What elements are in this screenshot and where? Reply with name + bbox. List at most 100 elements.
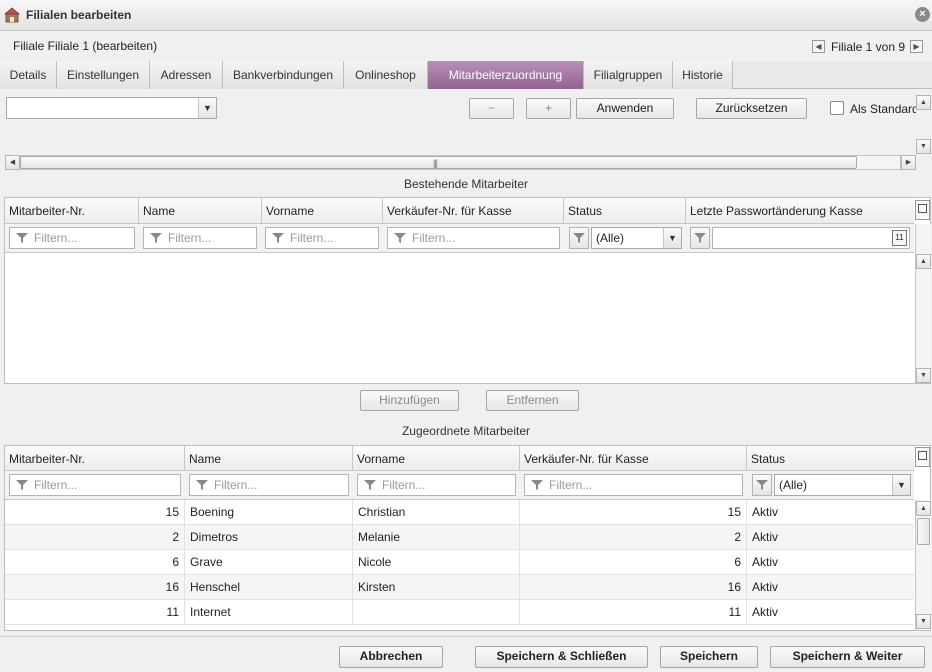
column-header[interactable]: Vorname [353, 446, 520, 470]
filter-icon [756, 480, 768, 490]
filter-placeholder: Filtern... [412, 231, 456, 245]
filter-input[interactable]: Filtern... [143, 227, 257, 249]
tab-einstellungen[interactable]: Einstellungen [57, 61, 150, 89]
cell-name: Boening [185, 500, 353, 525]
cell-nr: 2 [5, 525, 185, 550]
record-subtitle: Filiale Filiale 1 (bearbeiten) [13, 39, 158, 53]
filter-mode-button[interactable] [690, 227, 710, 249]
cell-status: Aktiv [752, 555, 779, 569]
save-close-button[interactable]: Speichern & Schließen [475, 646, 648, 668]
filter-icon [16, 233, 28, 243]
cell-vorname: Kirsten [353, 575, 520, 600]
assigned-section-label: Zugeordnete Mitarbeiter [401, 424, 531, 438]
column-header[interactable]: Status [747, 446, 914, 470]
tab-historie[interactable]: Historie [673, 61, 733, 89]
add-layout-button[interactable]: + [526, 98, 571, 119]
filter-input[interactable]: Filtern... [524, 474, 743, 496]
assigned-filter-row: Filtern... Filtern... Filtern... Filtern… [5, 471, 914, 500]
filter-input[interactable]: Filtern... [9, 474, 181, 496]
existing-grid-header: Mitarbeiter-Nr. Name Vorname Verkäufer-N… [5, 198, 914, 224]
status-filter-select[interactable]: (Alle) ▼ [774, 474, 911, 496]
filter-input[interactable]: Filtern... [387, 227, 560, 249]
previous-record-button[interactable]: ◀ [812, 40, 825, 53]
chevron-down-icon[interactable]: ▼ [892, 475, 910, 495]
chevron-down-icon[interactable]: ▼ [663, 228, 681, 248]
scroll-down-icon[interactable]: ▼ [916, 368, 931, 383]
scroll-down-icon[interactable]: ▼ [916, 614, 931, 629]
filter-placeholder: Filtern... [34, 231, 78, 245]
cell-status: Aktiv [752, 505, 779, 519]
table-row[interactable]: 2 Dimetros Melanie 2 Aktiv [5, 525, 914, 550]
reset-button[interactable]: Zurücksetzen [696, 98, 807, 119]
filter-input[interactable]: Filtern... [9, 227, 135, 249]
status-filter-select[interactable]: (Alle) ▼ [591, 227, 682, 249]
cell-kasse: 2 [520, 525, 747, 550]
cell-name: Internet [185, 600, 353, 625]
column-header[interactable]: Status [564, 198, 686, 223]
scroll-up-icon[interactable]: ▲ [916, 501, 931, 516]
window-titlebar [0, 0, 932, 31]
cell-nr: 6 [5, 550, 185, 575]
chevron-down-icon[interactable]: ▼ [198, 98, 216, 118]
vertical-scrollbar-thumb[interactable] [917, 518, 930, 545]
filter-input[interactable]: Filtern... [357, 474, 516, 496]
close-icon[interactable]: × [915, 7, 930, 22]
filter-icon [573, 233, 585, 243]
next-record-button[interactable]: ▶ [910, 40, 923, 53]
status-filter-value: (Alle) [779, 478, 808, 492]
filter-input[interactable]: Filtern... [265, 227, 379, 249]
add-employee-button[interactable]: Hinzufügen [360, 390, 459, 411]
tab-mitarbeiterzuordnung[interactable]: Mitarbeiterzuordnung [428, 61, 584, 89]
column-header[interactable]: Letzte Passwortänderung Kasse [686, 198, 914, 223]
scroll-up-icon[interactable]: ▲ [916, 254, 931, 269]
column-header[interactable]: Mitarbeiter-Nr. [5, 198, 139, 223]
table-row[interactable]: 6 Grave Nicole 6 Aktiv [5, 550, 914, 575]
filter-placeholder: Filtern... [382, 478, 426, 492]
tab-details[interactable]: Details [0, 61, 57, 89]
cell-name: Grave [185, 550, 353, 575]
status-filter-value: (Alle) [596, 231, 625, 245]
table-row[interactable]: 15 Boening Christian 15 Aktiv [5, 500, 914, 525]
calendar-icon[interactable]: 11 [892, 230, 907, 246]
remove-employee-button[interactable]: Entfernen [486, 390, 579, 411]
default-checkbox[interactable] [830, 101, 844, 115]
table-row[interactable]: 11 Internet 11 Aktiv [5, 600, 914, 625]
filter-input[interactable]: Filtern... [189, 474, 349, 496]
scroll-right-icon[interactable]: ▶ [901, 155, 916, 170]
existing-filter-row: Filtern... Filtern... Filtern... Filtern… [5, 224, 914, 253]
scroll-left-icon[interactable]: ◀ [5, 155, 20, 170]
filter-placeholder: Filtern... [549, 478, 593, 492]
column-header[interactable]: Verkäufer-Nr. für Kasse [383, 198, 564, 223]
table-row[interactable]: 16 Henschel Kirsten 16 Aktiv [5, 575, 914, 600]
date-filter-input[interactable]: 11 [712, 227, 910, 249]
save-button[interactable]: Speichern [660, 646, 758, 668]
apply-button[interactable]: Anwenden [576, 98, 674, 119]
save-next-button[interactable]: Speichern & Weiter [770, 646, 925, 668]
layout-select[interactable]: ▼ [6, 97, 217, 119]
toolbar-scroll-up-icon[interactable]: ▲ [916, 95, 931, 110]
existing-vertical-scrollbar[interactable] [915, 224, 931, 383]
toolbar-scroll-down-icon[interactable]: ▼ [916, 139, 931, 154]
remove-layout-button[interactable]: − [469, 98, 514, 119]
column-header[interactable]: Mitarbeiter-Nr. [5, 446, 185, 470]
cell-nr: 11 [5, 600, 185, 625]
cell-status: Aktiv [752, 580, 779, 594]
tab-onlineshop[interactable]: Onlineshop [344, 61, 428, 89]
column-header[interactable]: Name [185, 446, 353, 470]
column-chooser-icon[interactable] [915, 200, 930, 220]
cancel-button[interactable]: Abbrechen [339, 646, 443, 668]
column-header[interactable]: Vorname [262, 198, 383, 223]
tab-bankverbindungen[interactable]: Bankverbindungen [223, 61, 344, 89]
tab-filialgruppen[interactable]: Filialgruppen [584, 61, 673, 89]
tab-adressen[interactable]: Adressen [150, 61, 223, 89]
column-header[interactable]: Name [139, 198, 262, 223]
cell-kasse: 11 [520, 600, 747, 625]
filter-icon [531, 480, 543, 490]
filter-mode-button[interactable] [752, 474, 772, 496]
cell-kasse: 15 [520, 500, 747, 525]
filter-placeholder: Filtern... [214, 478, 258, 492]
filter-mode-button[interactable] [569, 227, 589, 249]
column-chooser-icon[interactable] [915, 447, 930, 467]
horizontal-scrollbar-thumb[interactable]: ||| [20, 156, 857, 169]
column-header[interactable]: Verkäufer-Nr. für Kasse [520, 446, 747, 470]
